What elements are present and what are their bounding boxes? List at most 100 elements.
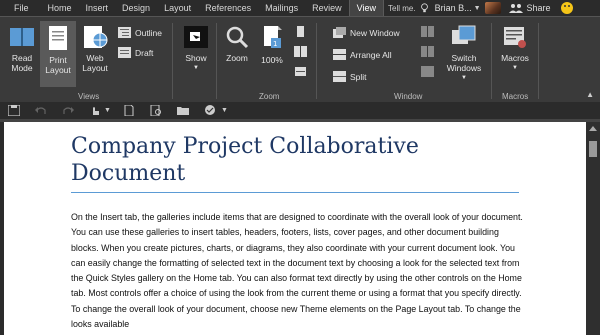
save-icon[interactable] — [8, 105, 20, 116]
outline-button[interactable]: Outline — [118, 27, 162, 38]
split-label: Split — [350, 71, 367, 82]
web-layout-label: Web Layout — [82, 53, 108, 73]
side-by-side-icon — [421, 26, 434, 37]
ribbon: Read Mode Print Layout Web Layout Outlin… — [0, 16, 600, 102]
svg-text:1: 1 — [273, 40, 277, 48]
document-title[interactable]: Company Project Collaborative Document — [71, 133, 519, 193]
macros-label: Macros — [501, 53, 529, 63]
group-divider — [216, 23, 217, 99]
group-divider — [316, 23, 317, 99]
zoom-100-label: 100% — [261, 55, 283, 65]
scroll-thumb[interactable] — [589, 141, 597, 157]
read-mode-label: Read Mode — [11, 53, 33, 73]
tab-view[interactable]: View — [348, 0, 385, 16]
print-layout-button[interactable]: Print Layout — [40, 21, 76, 87]
page-width-button[interactable] — [294, 66, 311, 77]
scroll-up-icon[interactable] — [589, 126, 597, 131]
chevron-down-icon: ▼ — [512, 65, 518, 71]
one-page-button[interactable] — [294, 26, 311, 37]
tab-review[interactable]: Review — [305, 0, 349, 16]
views-group-label: Views — [78, 92, 100, 101]
user-name[interactable]: Brian B... — [435, 3, 472, 13]
group-divider — [172, 23, 173, 99]
group-divider — [538, 23, 539, 99]
group-divider — [491, 23, 492, 99]
tell-me-box[interactable]: Tell me. — [388, 4, 416, 13]
chevron-down-icon: ▼ — [193, 65, 199, 71]
arrange-all-label: Arrange All — [350, 49, 392, 60]
tab-file[interactable]: File — [0, 0, 41, 16]
macros-icon — [504, 27, 526, 48]
switch-windows-button[interactable]: Switch Windows ▼ — [441, 25, 487, 87]
share-button[interactable]: Share — [527, 3, 551, 13]
redo-icon[interactable] — [62, 105, 74, 116]
tab-layout[interactable]: Layout — [157, 0, 198, 16]
zoom-group-label: Zoom — [259, 92, 280, 101]
feedback-smiley-icon[interactable] — [560, 2, 573, 14]
tab-home[interactable]: Home — [41, 0, 79, 16]
spelling-check-icon[interactable] — [204, 105, 216, 116]
tab-references[interactable]: References — [198, 0, 258, 16]
document-body[interactable]: On the Insert tab, the galleries include… — [71, 210, 523, 332]
open-folder-icon[interactable] — [176, 105, 189, 116]
sync-scroll-icon — [421, 46, 434, 57]
zoom-button[interactable]: Zoom — [220, 25, 254, 87]
tab-design[interactable]: Design — [115, 0, 157, 16]
view-side-by-side-button[interactable] — [421, 26, 438, 37]
touch-mode-icon[interactable] — [89, 105, 101, 116]
lightbulb-icon — [420, 3, 428, 13]
show-button[interactable]: Show ▼ — [178, 25, 214, 87]
chevron-down-icon[interactable]: ▼ — [474, 5, 481, 12]
chevron-down-icon[interactable]: ▼ — [104, 107, 111, 114]
ribbon-tab-bar: File Home Insert Design Layout Reference… — [0, 0, 600, 16]
collapse-ribbon-icon[interactable]: ▲ — [586, 90, 594, 99]
split-icon — [333, 71, 346, 82]
new-window-icon — [333, 27, 346, 38]
page-icon — [49, 26, 67, 50]
reset-window-position-button[interactable] — [421, 66, 438, 77]
draft-button[interactable]: Draft — [118, 47, 153, 58]
multiple-pages-icon — [294, 46, 307, 57]
new-window-label: New Window — [350, 27, 400, 38]
reset-window-icon — [421, 66, 434, 77]
macros-button[interactable]: Macros ▼ — [495, 25, 535, 87]
globe-page-icon — [84, 26, 108, 48]
show-icon — [184, 26, 208, 48]
document-area: Company Project Collaborative Document O… — [0, 119, 600, 335]
zoom-100-button[interactable]: 1 100% — [256, 25, 288, 87]
undo-icon[interactable] — [35, 105, 47, 116]
read-mode-button[interactable]: Read Mode — [4, 25, 40, 87]
one-page-icon — [297, 26, 304, 37]
web-layout-button[interactable]: Web Layout — [78, 25, 112, 87]
draft-icon — [118, 47, 131, 58]
multiple-pages-button[interactable] — [294, 46, 311, 57]
switch-windows-icon — [452, 25, 476, 44]
new-window-button[interactable]: New Window — [333, 27, 400, 38]
page-width-icon — [295, 67, 306, 76]
magnifier-icon — [226, 26, 249, 49]
quick-access-toolbar: ▼ ▼ — [0, 102, 600, 119]
window-group-label: Window — [394, 92, 423, 101]
draft-label: Draft — [135, 47, 154, 58]
macros-group-label: Macros — [502, 92, 529, 101]
print-preview-icon[interactable] — [150, 105, 162, 116]
book-icon — [10, 28, 34, 46]
page-zoom-icon: 1 — [264, 26, 282, 48]
split-button[interactable]: Split — [333, 71, 367, 82]
tab-insert[interactable]: Insert — [79, 0, 116, 16]
document-page[interactable]: Company Project Collaborative Document O… — [4, 122, 586, 335]
chevron-down-icon: ▼ — [461, 75, 467, 81]
switch-windows-label: Switch Windows — [446, 53, 482, 73]
synchronous-scrolling-button[interactable] — [421, 46, 438, 57]
arrange-all-button[interactable]: Arrange All — [333, 49, 392, 60]
zoom-label: Zoom — [226, 53, 248, 63]
avatar[interactable] — [484, 2, 501, 14]
outline-label: Outline — [135, 27, 162, 38]
customize-toolbar-icon[interactable]: ▼ — [221, 107, 228, 114]
new-document-icon[interactable] — [123, 105, 135, 116]
vertical-scrollbar[interactable] — [586, 122, 600, 335]
tab-mailings[interactable]: Mailings — [258, 0, 305, 16]
show-label: Show — [185, 53, 207, 63]
print-layout-label: Print Layout — [45, 55, 71, 75]
people-icon[interactable] — [508, 3, 523, 13]
